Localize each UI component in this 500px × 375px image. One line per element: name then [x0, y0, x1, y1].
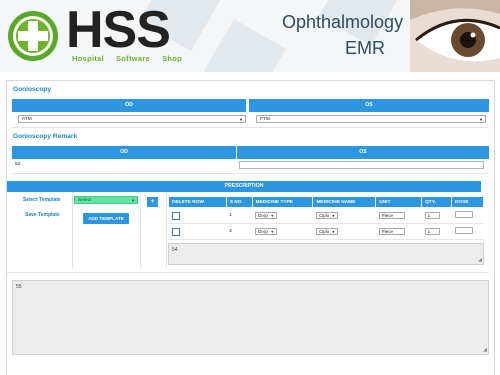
serial-number: 2 — [226, 223, 253, 240]
table-header-row: DELETE ROW S NO. MEDICINE TYPE MEDICINE … — [168, 196, 484, 208]
column-header: DOSE — [451, 196, 484, 208]
module-subtitle: EMR — [345, 38, 385, 58]
column-header: QTY. — [421, 196, 452, 208]
module-title: Ophthalmology — [282, 12, 404, 32]
gonioscopy-od-select[interactable]: ATM ▼ — [18, 115, 246, 123]
prescription-notes-textarea[interactable]: 54 ◢ — [168, 243, 484, 265]
table-row: 1 Drop ▼ Ciplo ▼ Piece 1 — [168, 207, 484, 224]
add-row-button[interactable]: + — [147, 197, 158, 207]
delete-row-checkbox[interactable] — [171, 211, 180, 220]
hospital-cross-logo-icon — [8, 11, 58, 61]
logo-word: Software — [116, 54, 151, 63]
header-banner: HSS Hospital Software Shop Ophthalmology E… — [0, 0, 500, 72]
medicine-name-select[interactable]: Ciplo ▼ — [315, 228, 339, 235]
prescription-header: PRESCRIPTION — [7, 181, 481, 192]
divider — [72, 192, 73, 268]
dose-input[interactable] — [454, 211, 473, 218]
dose-input[interactable] — [454, 227, 473, 234]
column-header: DELETE ROW — [168, 196, 227, 208]
gonioscopy-remark-title: Gonioscopy Remark — [13, 133, 78, 140]
medicine-name-value: Ciplo — [318, 229, 330, 234]
remark-od-input[interactable]: 52 — [12, 161, 236, 169]
logo-wordmark: HSS — [66, 1, 171, 59]
delete-row-checkbox[interactable] — [171, 227, 180, 236]
column-header: S NO. — [225, 196, 253, 208]
logo-tagline: Hospital Software Shop — [72, 54, 194, 63]
medicine-type-value: Drop — [258, 213, 268, 218]
logo-word: Shop — [162, 54, 183, 63]
gonioscopy-os-header: OS — [249, 99, 489, 112]
resize-handle-icon[interactable]: ◢ — [478, 257, 482, 263]
gonioscopy-od-header: OD — [12, 99, 246, 112]
remark-os-header: OS — [237, 146, 489, 159]
gonioscopy-os-value: FTM — [260, 117, 270, 122]
medicine-type-select[interactable]: Drop ▼ — [255, 228, 277, 235]
column-header: MEDICINE TYPE — [251, 196, 314, 208]
chevron-down-icon: ▼ — [331, 214, 336, 218]
prescription-table: DELETE ROW S NO. MEDICINE TYPE MEDICINE … — [168, 196, 484, 240]
serial-number: 1 — [226, 207, 253, 224]
chevron-down-icon: ▼ — [270, 214, 274, 218]
divider — [140, 192, 141, 268]
chevron-down-icon: ▼ — [270, 230, 274, 234]
template-select-value: Select — [78, 198, 92, 203]
chevron-down-icon: ▼ — [479, 117, 483, 122]
eye-image-icon — [410, 0, 500, 72]
chevron-down-icon: ▼ — [331, 230, 336, 234]
table-row: 2 Drop ▼ Ciplo ▼ Piece 1 — [168, 223, 484, 240]
remarks-textarea[interactable]: 55 ◢ — [12, 280, 489, 355]
column-header: UNIT — [375, 196, 423, 208]
gonioscopy-od-value: ATM — [22, 117, 32, 122]
unit-input[interactable]: Piece — [378, 228, 405, 235]
save-template-label: Save Template — [25, 212, 60, 218]
remarks-value: 55 — [16, 284, 22, 290]
resize-handle-icon[interactable]: ◢ — [483, 347, 487, 353]
remark-od-header: OD — [12, 146, 236, 159]
medicine-name-select[interactable]: Ciplo ▼ — [315, 212, 339, 219]
qty-input[interactable]: 1 — [424, 228, 440, 235]
gonioscopy-os-select[interactable]: FTM ▼ — [256, 115, 486, 123]
medicine-name-value: Ciplo — [318, 213, 330, 218]
select-template-label: Select Template — [23, 197, 61, 203]
remark-os-input[interactable] — [239, 161, 484, 169]
divider — [7, 272, 489, 273]
banner-decor — [204, 19, 286, 72]
medicine-type-select[interactable]: Drop ▼ — [255, 212, 277, 219]
divider — [12, 127, 489, 128]
logo-word: Hospital — [72, 54, 104, 63]
unit-input[interactable]: Piece — [378, 212, 405, 219]
qty-input[interactable]: 1 — [424, 212, 440, 219]
medicine-type-value: Drop — [258, 229, 268, 234]
divider — [166, 192, 167, 268]
chevron-down-icon: ▼ — [131, 198, 135, 203]
column-header: MEDICINE NAME — [312, 196, 377, 208]
chevron-down-icon: ▼ — [239, 117, 243, 122]
gonioscopy-title: Gonioscopy — [13, 86, 52, 93]
divider — [12, 173, 489, 174]
add-template-button[interactable]: ADD TEMPLATE — [83, 213, 129, 224]
prescription-notes-value: 54 — [172, 247, 178, 253]
template-select[interactable]: Select ▼ — [74, 196, 138, 204]
